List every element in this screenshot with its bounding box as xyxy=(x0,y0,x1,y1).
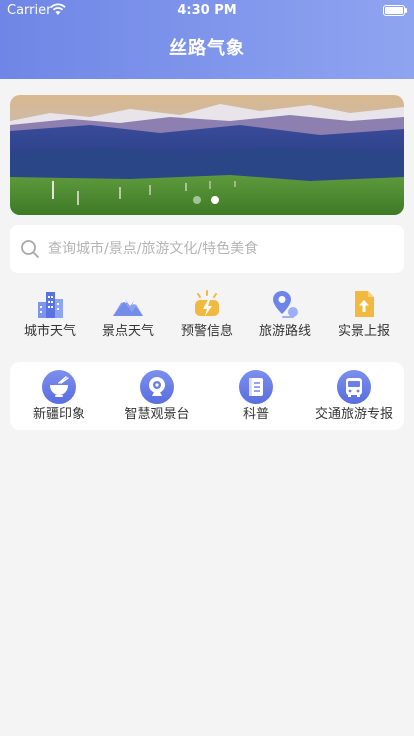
page-title: 丝路气象 xyxy=(169,38,245,59)
webcam-icon xyxy=(149,377,165,396)
service-label: 科普 xyxy=(242,407,269,422)
city-buildings-icon xyxy=(38,292,63,318)
bus-icon xyxy=(346,378,362,397)
bowl-icon xyxy=(50,376,69,397)
landscape-banner-image xyxy=(10,95,404,215)
service-science[interactable]: 科普 xyxy=(206,370,306,423)
service-transport-travel-report[interactable]: 交通旅游专报 xyxy=(304,370,404,423)
quick-nav-label: 实景上报 xyxy=(337,324,390,339)
route-pin-icon xyxy=(273,291,298,318)
quick-nav-label: 旅游路线 xyxy=(258,324,311,339)
clock-time: 4:30 PM xyxy=(177,3,237,18)
service-label: 智慧观景台 xyxy=(124,407,190,422)
search-input[interactable]: 查询城市/景点/旅游文化/特色美食 xyxy=(10,225,404,273)
quick-nav-label: 城市天气 xyxy=(23,324,76,339)
quick-nav-label: 预警信息 xyxy=(180,324,233,339)
quick-nav-scenic-weather[interactable]: 景点天气 xyxy=(87,288,169,341)
service-label: 新疆印象 xyxy=(32,407,85,422)
banner-carousel[interactable] xyxy=(10,95,404,215)
service-label: 交通旅游专报 xyxy=(314,407,393,422)
carousel-dot-1[interactable] xyxy=(193,196,201,204)
search-placeholder: 查询城市/景点/旅游文化/特色美食 xyxy=(48,241,259,257)
service-smart-viewing-deck[interactable]: 智慧观景台 xyxy=(107,370,207,423)
book-icon xyxy=(249,378,263,396)
mountain-icon xyxy=(113,298,143,316)
warning-lightning-icon xyxy=(195,290,219,316)
battery-icon xyxy=(383,5,407,16)
quick-nav-live-report[interactable]: 实景上报 xyxy=(323,288,405,341)
quick-nav-label: 景点天气 xyxy=(101,324,154,339)
search-icon xyxy=(21,240,39,258)
quick-nav-city-weather[interactable]: 城市天气 xyxy=(9,288,91,341)
carousel-dot-2-active[interactable] xyxy=(211,196,219,204)
service-xinjiang-impression[interactable]: 新疆印象 xyxy=(9,370,109,423)
upload-report-icon xyxy=(355,291,374,317)
quick-nav-warning[interactable]: 预警信息 xyxy=(166,288,248,341)
quick-nav-travel-route[interactable]: 旅游路线 xyxy=(244,288,326,341)
status-bar: Carrier 4:30 PM xyxy=(0,0,414,20)
